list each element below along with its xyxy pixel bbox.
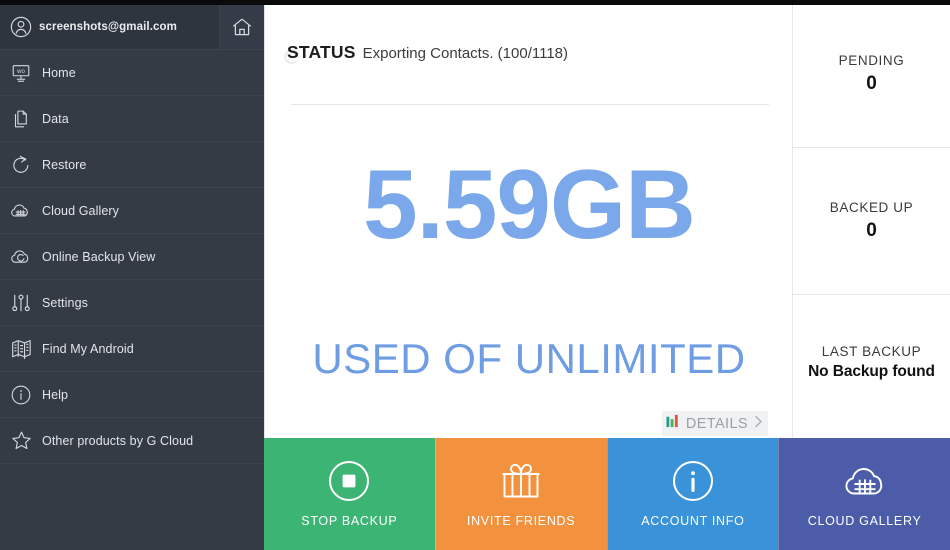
- sidebar-item-label: Settings: [42, 295, 88, 310]
- home-icon[interactable]: [219, 5, 264, 49]
- sidebar-item-label: Find My Android: [42, 341, 134, 356]
- account-info-button[interactable]: ACCOUNT INFO: [606, 438, 779, 550]
- star-icon: [4, 429, 38, 452]
- stat-value: 0: [866, 73, 877, 94]
- stat-title: BACKED UP: [829, 200, 914, 215]
- sidebar-item-online-backup-view[interactable]: Online Backup View: [0, 234, 264, 280]
- usage-value: 5.59GB: [363, 149, 696, 259]
- cloud-grid-icon: [839, 455, 891, 507]
- svg-text:wo: wo: [16, 69, 25, 75]
- stat-value: No Backup found: [808, 363, 935, 380]
- account-header[interactable]: screenshots@gmail.com: [0, 5, 264, 49]
- map-icon: [4, 337, 38, 360]
- sidebar-item-other-products[interactable]: Other products by G Cloud: [0, 418, 264, 464]
- stop-backup-button[interactable]: STOP BACKUP: [264, 438, 435, 550]
- action-label: ACCOUNT INFO: [641, 514, 745, 528]
- stat-title: PENDING: [838, 53, 905, 68]
- cloud-check-icon: [4, 245, 38, 269]
- sidebar-item-label: Other products by G Cloud: [42, 433, 194, 448]
- cloud-gallery-icon: [4, 199, 38, 223]
- sidebar-nav: wo Home Data Restore Cloud Gallery Onlin…: [0, 49, 264, 464]
- action-label: INVITE FRIENDS: [466, 514, 576, 528]
- details-label: DETAILS: [685, 415, 748, 432]
- monitor-wo-icon: wo: [4, 62, 38, 84]
- sidebar-item-cloud-gallery[interactable]: Cloud Gallery: [0, 188, 264, 234]
- stop-circle-icon: [326, 455, 372, 507]
- sidebar-item-label: Help: [42, 387, 69, 402]
- action-label: STOP BACKUP: [301, 514, 398, 528]
- status-bar-strip: [0, 0, 950, 5]
- main-panel: STATUS Exporting Contacts. (100/1118) 5.…: [264, 5, 792, 438]
- stat-title: LAST BACKUP: [821, 344, 922, 359]
- action-label: CLOUD GALLERY: [807, 514, 922, 528]
- usage-subtitle: USED OF UNLIMITED: [312, 335, 746, 382]
- account-email: screenshots@gmail.com: [39, 21, 177, 33]
- gift-icon: [498, 455, 544, 507]
- chevron-right-icon: [754, 415, 763, 433]
- sidebar-item-label: Data: [42, 111, 69, 126]
- sidebar-item-settings[interactable]: Settings: [0, 280, 264, 326]
- sidebar-item-label: Restore: [42, 157, 87, 172]
- info-circle-icon: [4, 384, 38, 406]
- invite-friends-button[interactable]: INVITE FRIENDS: [434, 438, 607, 550]
- sidebar-item-restore[interactable]: Restore: [0, 142, 264, 188]
- sidebar-item-data[interactable]: Data: [0, 96, 264, 142]
- navigation-drawer: screenshots@gmail.com wo Home Data Resto…: [0, 0, 264, 550]
- status-text: Exporting Contacts. (100/1118): [362, 45, 569, 62]
- cloud-gallery-button[interactable]: CLOUD GALLERY: [778, 438, 950, 550]
- sidebar-item-home[interactable]: wo Home: [0, 50, 264, 96]
- info-circle-icon: [670, 455, 716, 507]
- restore-arrow-icon: [4, 154, 38, 176]
- divider: [291, 104, 769, 105]
- sidebar-item-find-my-android[interactable]: Find My Android: [0, 326, 264, 372]
- stat-value: 0: [866, 220, 877, 241]
- user-avatar-icon: [6, 16, 36, 38]
- status-line: STATUS Exporting Contacts. (100/1118): [287, 42, 568, 63]
- documents-icon: [4, 108, 38, 130]
- status-label: STATUS: [287, 42, 356, 62]
- app-window: screenshots@gmail.com wo Home Data Resto…: [0, 0, 950, 550]
- bar-chart-icon: [666, 414, 681, 433]
- sidebar-item-label: Cloud Gallery: [42, 203, 120, 218]
- sidebar-item-label: Online Backup View: [42, 249, 156, 264]
- details-button[interactable]: DETAILS: [661, 411, 768, 436]
- stat-last-backup: LAST BACKUP No Backup found: [793, 294, 950, 437]
- action-bar: STOP BACKUP INVITE FRIENDS ACCOUNT INFO …: [264, 438, 950, 550]
- sliders-icon: [4, 292, 38, 314]
- sidebar-item-label: Home: [42, 65, 76, 80]
- stat-pending: PENDING 0: [793, 5, 950, 147]
- stats-panel: PENDING 0 BACKED UP 0 LAST BACKUP No Bac…: [792, 5, 950, 438]
- stat-backed-up: BACKED UP 0: [793, 147, 950, 294]
- sidebar-item-help[interactable]: Help: [0, 372, 264, 418]
